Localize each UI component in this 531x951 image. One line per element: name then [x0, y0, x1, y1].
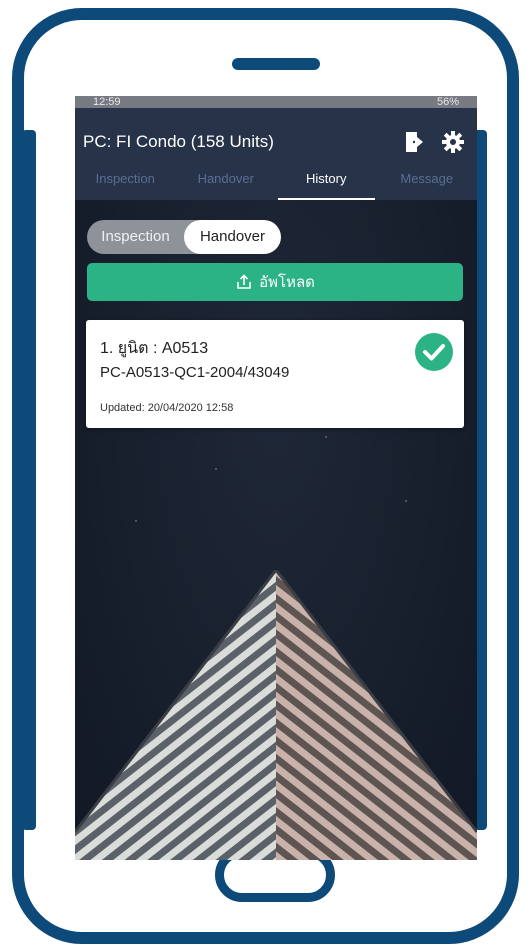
status-time: 12:59	[93, 96, 121, 108]
tab-inspection[interactable]: Inspection	[75, 158, 176, 200]
upload-button-label: อัพโหลด	[259, 274, 315, 291]
tab-bar: Inspection Handover History Message	[75, 158, 477, 200]
unit-label: 1. ยูนิต : A0513	[100, 340, 209, 357]
background-star	[215, 468, 217, 470]
tab-handover[interactable]: Handover	[176, 158, 277, 200]
background-star	[135, 520, 137, 522]
upload-button[interactable]: อัพโหลด	[87, 263, 463, 301]
status-battery: 56%	[436, 96, 459, 108]
phone-speaker	[232, 58, 320, 70]
toggle-inspection[interactable]: Inspection	[87, 220, 184, 254]
upload-icon	[237, 274, 251, 289]
check-circle-icon	[415, 333, 453, 371]
tab-history[interactable]: History	[276, 158, 377, 200]
background-star	[405, 500, 407, 502]
gear-icon[interactable]	[441, 130, 465, 154]
toggle-handover[interactable]: Handover	[184, 220, 281, 254]
building-background-image	[75, 570, 477, 860]
document-number: PC-A0513-QC1-2004/43049	[100, 364, 290, 381]
exit-door-icon[interactable]	[403, 130, 427, 154]
history-type-toggle: Inspection Handover	[87, 220, 281, 254]
background-star	[325, 436, 327, 438]
app-bar: PC: FI Condo (158 Units) Inspection Hand…	[75, 108, 477, 200]
phone-frame-left-bar	[22, 130, 36, 830]
updated-timestamp: Updated: 20/04/2020 12:58	[100, 402, 234, 414]
history-list-item[interactable]: 1. ยูนิต : A0513 PC-A0513-QC1-2004/43049…	[86, 320, 464, 428]
phone-screen: 12:59 56% PC: FI Condo (158 Units) Inspe…	[75, 96, 477, 860]
page-title: PC: FI Condo (158 Units)	[83, 132, 274, 151]
status-bar: 12:59 56%	[75, 96, 477, 108]
tab-message[interactable]: Message	[377, 158, 478, 200]
